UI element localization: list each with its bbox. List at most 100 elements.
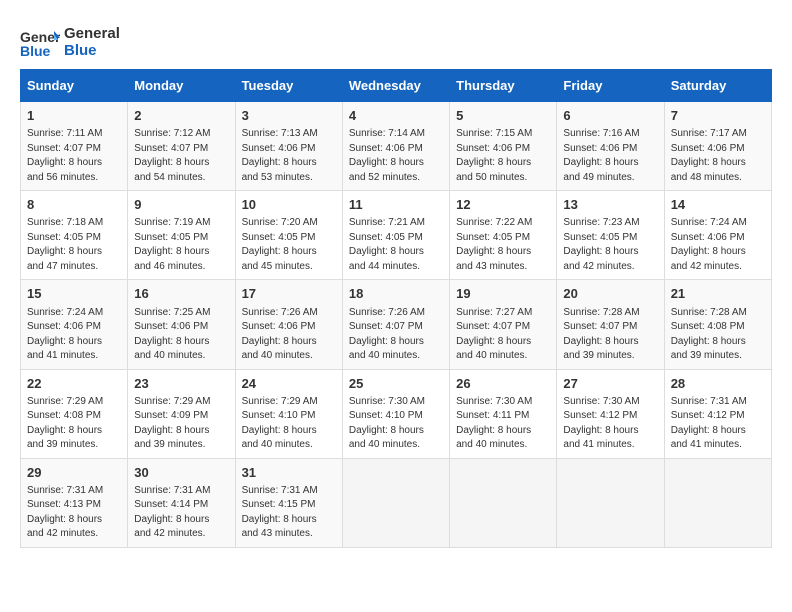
day-info: Sunrise: 7:31 AMSunset: 4:14 PMDaylight:… [134,484,228,542]
calendar-header-row: SundayMondayTuesdayWednesdayThursdayFrid… [21,70,772,102]
calendar-cell: 23Sunrise: 7:29 AMSunset: 4:09 PMDayligh… [128,369,235,458]
svg-text:Blue: Blue [20,43,51,58]
day-info: Sunrise: 7:30 AMSunset: 4:12 PMDaylight:… [563,395,657,453]
day-info: Sunrise: 7:30 AMSunset: 4:10 PMDaylight:… [349,395,443,453]
calendar-week-5: 29 Sunrise: 7:31 AMSunset: 4:13 PMDayligh… [21,458,772,547]
day-number: 28 [671,375,765,393]
day-info: Sunrise: 7:15 AMSunset: 4:06 PMDaylight:… [456,127,550,185]
day-info: Sunrise: 7:29 AMSunset: 4:08 PMDaylight:… [27,395,121,453]
calendar-cell [557,458,664,547]
day-number: 2 [134,107,228,125]
day-info: Sunrise: 7:27 AMSunset: 4:07 PMDaylight:… [456,306,550,364]
day-number: 15 [27,285,121,303]
day-info: Sunrise: 7:30 AMSunset: 4:11 PMDaylight:… [456,395,550,453]
day-info: Sunrise: 7:26 AMSunset: 4:06 PMDaylight:… [242,306,336,364]
calendar-cell: 15 Sunrise: 7:24 AMSunset: 4:06 PMDayligh… [21,280,128,369]
calendar-cell [450,458,557,547]
day-info: Sunrise: 7:19 AMSunset: 4:05 PMDaylight:… [134,216,228,274]
calendar-cell: 16 Sunrise: 7:25 AMSunset: 4:06 PMDayligh… [128,280,235,369]
calendar-cell: 22 Sunrise: 7:29 AMSunset: 4:08 PMDayligh… [21,369,128,458]
day-info: Sunrise: 7:24 AMSunset: 4:06 PMDaylight:… [671,216,765,274]
calendar-cell: 5 Sunrise: 7:15 AMSunset: 4:06 PMDaylight… [450,102,557,191]
day-number: 7 [671,107,765,125]
calendar-cell: 10Sunrise: 7:20 AMSunset: 4:05 PMDayligh… [235,191,342,280]
day-number: 1 [27,107,121,125]
weekday-header-wednesday: Wednesday [342,70,449,102]
day-number: 9 [134,196,228,214]
calendar-cell: 17 Sunrise: 7:26 AMSunset: 4:06 PMDayligh… [235,280,342,369]
calendar-cell: 24 Sunrise: 7:29 AMSunset: 4:10 PMDayligh… [235,369,342,458]
day-number: 21 [671,285,765,303]
calendar-week-3: 15 Sunrise: 7:24 AMSunset: 4:06 PMDayligh… [21,280,772,369]
day-number: 24 [242,375,336,393]
weekday-header-tuesday: Tuesday [235,70,342,102]
day-number: 20 [563,285,657,303]
day-number: 26 [456,375,550,393]
day-number: 5 [456,107,550,125]
day-info: Sunrise: 7:28 AMSunset: 4:07 PMDaylight:… [563,306,657,364]
day-number: 16 [134,285,228,303]
weekday-header-friday: Friday [557,70,664,102]
day-info: Sunrise: 7:22 AMSunset: 4:05 PMDaylight:… [456,216,550,274]
day-number: 17 [242,285,336,303]
calendar-cell: 11 Sunrise: 7:21 AMSunset: 4:05 PMDayligh… [342,191,449,280]
day-number: 14 [671,196,765,214]
calendar-cell: 31Sunrise: 7:31 AMSunset: 4:15 PMDayligh… [235,458,342,547]
calendar-cell: 4 Sunrise: 7:14 AMSunset: 4:06 PMDaylight… [342,102,449,191]
weekday-header-monday: Monday [128,70,235,102]
day-number: 11 [349,196,443,214]
day-number: 4 [349,107,443,125]
calendar-cell: 21 Sunrise: 7:28 AMSunset: 4:08 PMDayligh… [664,280,771,369]
calendar-cell: 29 Sunrise: 7:31 AMSunset: 4:13 PMDayligh… [21,458,128,547]
day-info: Sunrise: 7:17 AMSunset: 4:06 PMDaylight:… [671,127,765,185]
calendar-week-2: 8 Sunrise: 7:18 AMSunset: 4:05 PMDaylight… [21,191,772,280]
day-info: Sunrise: 7:12 AMSunset: 4:07 PMDaylight:… [134,127,228,185]
calendar-cell: 20 Sunrise: 7:28 AMSunset: 4:07 PMDayligh… [557,280,664,369]
day-number: 25 [349,375,443,393]
calendar-cell: 9 Sunrise: 7:19 AMSunset: 4:05 PMDaylight… [128,191,235,280]
calendar-cell: 19 Sunrise: 7:27 AMSunset: 4:07 PMDayligh… [450,280,557,369]
day-info: Sunrise: 7:24 AMSunset: 4:06 PMDaylight:… [27,306,121,364]
day-number: 22 [27,375,121,393]
calendar-cell: 1 Sunrise: 7:11 AMSunset: 4:07 PMDaylight… [21,102,128,191]
day-number: 31 [242,464,336,482]
calendar-week-4: 22 Sunrise: 7:29 AMSunset: 4:08 PMDayligh… [21,369,772,458]
day-info: Sunrise: 7:23 AMSunset: 4:05 PMDaylight:… [563,216,657,274]
calendar-cell: 14 Sunrise: 7:24 AMSunset: 4:06 PMDayligh… [664,191,771,280]
header: General Blue General Blue [20,20,772,59]
day-info: Sunrise: 7:14 AMSunset: 4:06 PMDaylight:… [349,127,443,185]
day-number: 27 [563,375,657,393]
day-info: Sunrise: 7:29 AMSunset: 4:10 PMDaylight:… [242,395,336,453]
calendar-cell: 13 Sunrise: 7:23 AMSunset: 4:05 PMDayligh… [557,191,664,280]
calendar-cell: 30Sunrise: 7:31 AMSunset: 4:14 PMDayligh… [128,458,235,547]
calendar-cell: 18Sunrise: 7:26 AMSunset: 4:07 PMDayligh… [342,280,449,369]
calendar-cell: 2 Sunrise: 7:12 AMSunset: 4:07 PMDaylight… [128,102,235,191]
day-number: 19 [456,285,550,303]
calendar-week-1: 1 Sunrise: 7:11 AMSunset: 4:07 PMDaylight… [21,102,772,191]
logo: General Blue General Blue [20,25,120,59]
day-number: 8 [27,196,121,214]
calendar-cell: 26 Sunrise: 7:30 AMSunset: 4:11 PMDayligh… [450,369,557,458]
calendar-cell [342,458,449,547]
calendar-cell: 3 Sunrise: 7:13 AMSunset: 4:06 PMDaylight… [235,102,342,191]
day-number: 13 [563,196,657,214]
day-info: Sunrise: 7:21 AMSunset: 4:05 PMDaylight:… [349,216,443,274]
day-number: 12 [456,196,550,214]
logo-general: General [64,25,120,42]
day-info: Sunrise: 7:13 AMSunset: 4:06 PMDaylight:… [242,127,336,185]
day-info: Sunrise: 7:25 AMSunset: 4:06 PMDaylight:… [134,306,228,364]
calendar-cell: 27 Sunrise: 7:30 AMSunset: 4:12 PMDayligh… [557,369,664,458]
day-number: 3 [242,107,336,125]
day-info: Sunrise: 7:28 AMSunset: 4:08 PMDaylight:… [671,306,765,364]
day-info: Sunrise: 7:11 AMSunset: 4:07 PMDaylight:… [27,127,121,185]
day-number: 29 [27,464,121,482]
day-info: Sunrise: 7:29 AMSunset: 4:09 PMDaylight:… [134,395,228,453]
calendar-cell: 8 Sunrise: 7:18 AMSunset: 4:05 PMDaylight… [21,191,128,280]
day-info: Sunrise: 7:31 AMSunset: 4:12 PMDaylight:… [671,395,765,453]
calendar-cell: 12 Sunrise: 7:22 AMSunset: 4:05 PMDayligh… [450,191,557,280]
day-info: Sunrise: 7:18 AMSunset: 4:05 PMDaylight:… [27,216,121,274]
calendar-cell: 25 Sunrise: 7:30 AMSunset: 4:10 PMDayligh… [342,369,449,458]
calendar-cell: 6Sunrise: 7:16 AMSunset: 4:06 PMDaylight… [557,102,664,191]
day-info: Sunrise: 7:31 AMSunset: 4:13 PMDaylight:… [27,484,121,542]
weekday-header-thursday: Thursday [450,70,557,102]
